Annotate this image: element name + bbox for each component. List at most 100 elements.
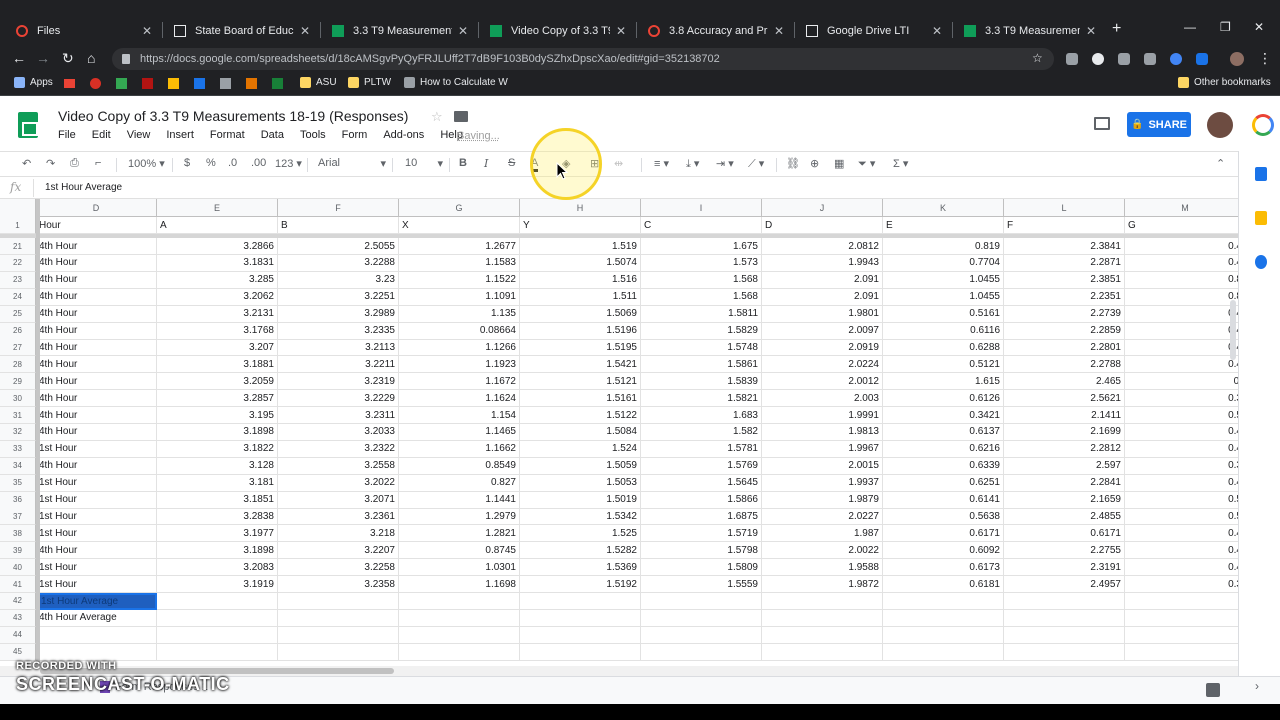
row-number[interactable]: 23 bbox=[0, 271, 36, 289]
row-number[interactable]: 43 bbox=[0, 609, 36, 627]
row-number[interactable]: 34 bbox=[0, 457, 36, 475]
table-cell[interactable]: 3.2866 bbox=[157, 238, 278, 255]
text-wrapping-icon[interactable]: ⇥ ▾ bbox=[716, 157, 734, 170]
table-cell[interactable]: 0.5121 bbox=[883, 356, 1004, 374]
bold-button[interactable]: B bbox=[459, 157, 467, 169]
table-cell[interactable]: 0.6137 bbox=[883, 423, 1004, 441]
table-cell[interactable]: 1.5866 bbox=[641, 491, 762, 509]
table-cell[interactable] bbox=[641, 609, 762, 627]
table-cell[interactable]: 1st Hour bbox=[36, 559, 157, 577]
extension-icon[interactable] bbox=[1118, 53, 1130, 65]
font-select[interactable]: Arial ▾ bbox=[318, 157, 386, 170]
table-cell[interactable]: 0.4 bbox=[1125, 441, 1238, 458]
table-cell[interactable]: 1.516 bbox=[520, 271, 641, 289]
header-cell[interactable]: G bbox=[1125, 217, 1238, 234]
table-cell[interactable]: 2.2755 bbox=[1004, 542, 1125, 560]
header-cell[interactable]: Y bbox=[520, 217, 641, 234]
extension-icon[interactable] bbox=[1144, 53, 1156, 65]
table-cell[interactable]: 1.5645 bbox=[641, 474, 762, 492]
row-number[interactable]: 28 bbox=[0, 356, 36, 374]
explore-icon[interactable] bbox=[1206, 683, 1220, 697]
table-cell[interactable]: 4th Hour bbox=[36, 390, 157, 408]
row-number[interactable]: 42 bbox=[0, 592, 36, 610]
column-header-l[interactable]: L bbox=[1004, 199, 1125, 217]
table-cell[interactable]: 4th Hour bbox=[36, 457, 157, 475]
table-cell[interactable]: 2.3851 bbox=[1004, 271, 1125, 289]
browser-tab-video-copy[interactable]: Video Copy of 3.3 T9 Me ✕ bbox=[482, 18, 634, 44]
bookmark-asu[interactable]: ASU bbox=[300, 77, 337, 88]
table-cell[interactable]: 2.2801 bbox=[1004, 339, 1125, 357]
column-header-k[interactable]: K bbox=[883, 199, 1004, 217]
close-icon[interactable]: ✕ bbox=[774, 24, 784, 38]
table-cell[interactable]: 0.6173 bbox=[883, 559, 1004, 577]
table-cell[interactable]: 0.4 bbox=[1125, 339, 1238, 357]
table-cell[interactable]: 0.5 bbox=[1125, 508, 1238, 526]
tasks-icon[interactable] bbox=[1255, 255, 1267, 269]
table-cell[interactable]: 0.08664 bbox=[399, 322, 520, 340]
column-header-d[interactable]: D bbox=[36, 199, 157, 217]
table-cell[interactable] bbox=[1125, 610, 1238, 627]
table-cell[interactable]: 0.3 bbox=[1125, 576, 1238, 593]
table-cell[interactable]: 3.2229 bbox=[278, 390, 399, 408]
table-cell[interactable]: 3.2558 bbox=[278, 457, 399, 475]
table-cell[interactable] bbox=[520, 609, 641, 627]
table-cell[interactable]: 0.4 bbox=[1125, 475, 1238, 492]
header-cell[interactable]: F bbox=[1004, 217, 1125, 234]
table-cell[interactable]: 1.1522 bbox=[399, 271, 520, 289]
table-cell[interactable]: 0.8 bbox=[1125, 289, 1238, 306]
table-cell[interactable] bbox=[762, 626, 883, 644]
row-number[interactable]: 40 bbox=[0, 559, 36, 577]
table-cell[interactable] bbox=[883, 626, 1004, 644]
table-cell[interactable]: 1.0301 bbox=[399, 559, 520, 577]
row-number[interactable]: 45 bbox=[0, 643, 36, 661]
table-cell[interactable]: 2.4957 bbox=[1004, 576, 1125, 593]
vertical-scrollbar[interactable] bbox=[1230, 300, 1236, 360]
table-cell[interactable]: 3.2335 bbox=[278, 322, 399, 340]
table-cell[interactable]: 1.2979 bbox=[399, 508, 520, 526]
table-cell[interactable]: 3.285 bbox=[157, 271, 278, 289]
table-cell[interactable]: 1.5196 bbox=[520, 322, 641, 340]
table-cell[interactable]: 0.5 bbox=[1125, 407, 1238, 424]
table-cell[interactable] bbox=[520, 592, 641, 610]
keep-icon[interactable] bbox=[1255, 211, 1267, 225]
forward-arrow-icon[interactable]: → bbox=[36, 50, 50, 66]
menu-edit[interactable]: Edit bbox=[92, 129, 111, 145]
table-cell[interactable]: 2.5055 bbox=[278, 238, 399, 255]
table-cell[interactable]: 1.1624 bbox=[399, 390, 520, 408]
table-cell[interactable]: 2.2788 bbox=[1004, 356, 1125, 374]
table-cell[interactable] bbox=[278, 626, 399, 644]
table-cell[interactable]: 4th Hour bbox=[36, 407, 157, 424]
browser-tab-files[interactable]: Files ✕ bbox=[8, 18, 160, 44]
table-cell[interactable]: 3.1881 bbox=[157, 356, 278, 374]
table-cell[interactable]: 4th Hour bbox=[36, 238, 157, 255]
header-cell[interactable]: D bbox=[762, 217, 883, 234]
row-number[interactable]: 32 bbox=[0, 423, 36, 441]
table-cell[interactable] bbox=[157, 626, 278, 644]
row-number[interactable]: 24 bbox=[0, 288, 36, 306]
table-cell[interactable]: 3.218 bbox=[278, 525, 399, 543]
table-cell[interactable] bbox=[399, 592, 520, 610]
menu-tools[interactable]: Tools bbox=[300, 129, 326, 145]
row-number[interactable]: 36 bbox=[0, 491, 36, 509]
table-cell[interactable]: 3.2251 bbox=[278, 288, 399, 306]
profile-avatar[interactable] bbox=[1230, 52, 1244, 66]
table-cell[interactable] bbox=[883, 592, 1004, 610]
table-cell[interactable]: 1.568 bbox=[641, 288, 762, 306]
extension-icon[interactable] bbox=[1196, 53, 1208, 65]
header-cell[interactable]: B bbox=[278, 217, 399, 234]
table-cell[interactable]: 4th Hour bbox=[36, 288, 157, 306]
extension-icon[interactable] bbox=[1066, 53, 1078, 65]
table-cell[interactable]: 3.2131 bbox=[157, 305, 278, 323]
table-cell[interactable] bbox=[278, 609, 399, 627]
formula-input[interactable]: 1st Hour Average bbox=[45, 182, 122, 193]
table-cell[interactable]: 2.1659 bbox=[1004, 491, 1125, 509]
table-cell[interactable] bbox=[1125, 627, 1238, 644]
menu-file[interactable]: File bbox=[58, 129, 76, 145]
table-cell[interactable]: 1.1662 bbox=[399, 440, 520, 458]
menu-view[interactable]: View bbox=[127, 129, 151, 145]
table-cell[interactable]: 1.9872 bbox=[762, 576, 883, 593]
table-cell[interactable] bbox=[278, 643, 399, 661]
table-cell[interactable]: 1.9967 bbox=[762, 440, 883, 458]
column-header-m[interactable]: M bbox=[1125, 199, 1238, 217]
row-number[interactable]: 30 bbox=[0, 390, 36, 408]
